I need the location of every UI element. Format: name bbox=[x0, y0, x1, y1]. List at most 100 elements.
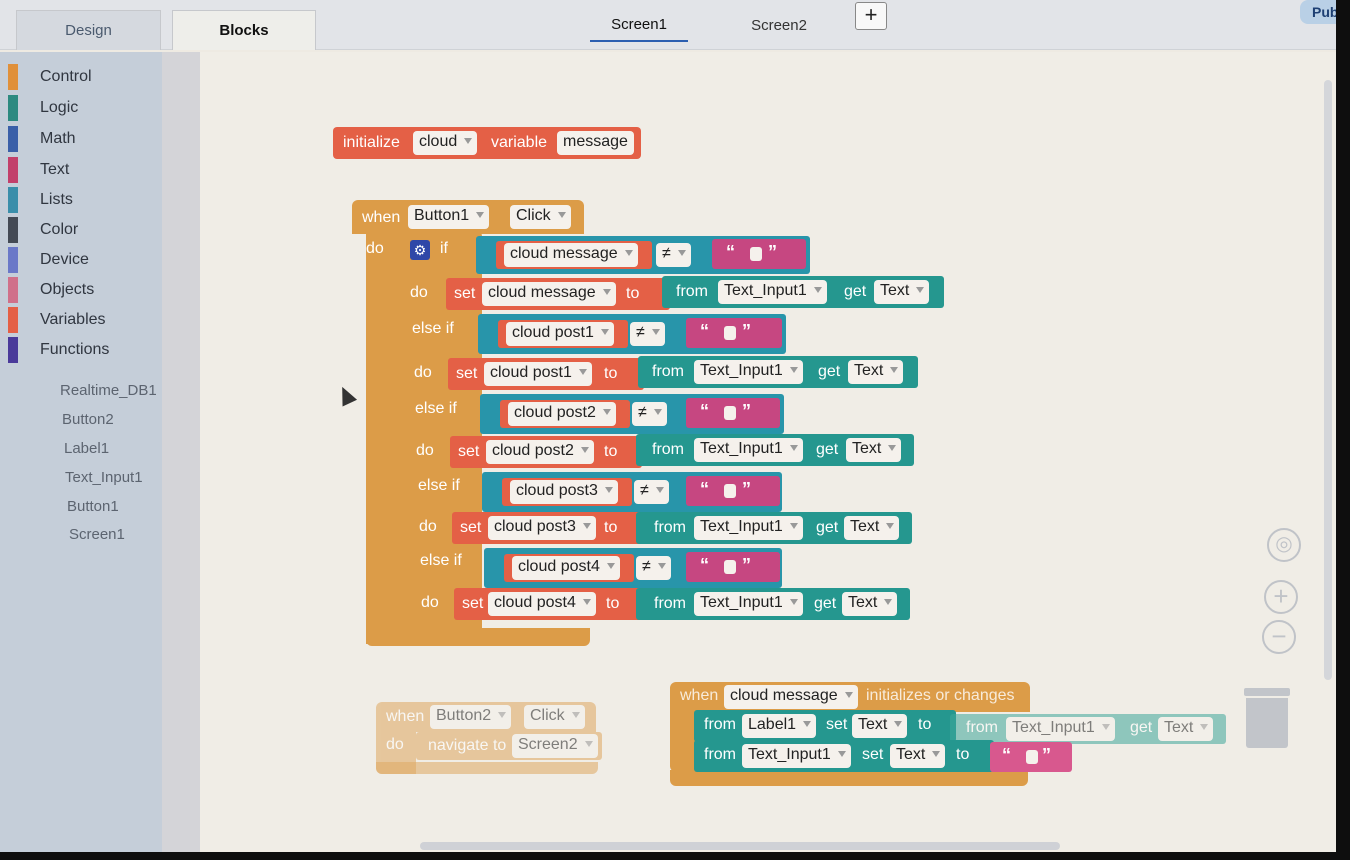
tab-design[interactable]: Design bbox=[16, 10, 161, 50]
scope-dropdown[interactable]: cloud bbox=[413, 131, 478, 155]
operator-dropdown-4[interactable]: ≠ bbox=[634, 480, 669, 504]
operator-dropdown-1[interactable]: ≠ bbox=[656, 243, 691, 267]
set-var-dropdown-2[interactable]: cloud post1 bbox=[484, 362, 592, 386]
set-var-block-3[interactable]: set cloud post2 to bbox=[450, 436, 642, 468]
screen-dropdown[interactable]: Screen2 bbox=[512, 734, 598, 758]
property-dropdown-get-2[interactable]: Text bbox=[848, 360, 904, 384]
component-screen1[interactable]: Screen1 bbox=[69, 526, 125, 543]
string-field[interactable] bbox=[724, 406, 736, 420]
component-dropdown-get-event3[interactable]: Text_Input1 bbox=[1006, 717, 1115, 741]
palette-device[interactable]: Device bbox=[8, 247, 158, 273]
component-dropdown-get-2[interactable]: Text_Input1 bbox=[694, 360, 803, 384]
compare-block-5[interactable]: cloud post4 ≠ “ ” bbox=[484, 548, 782, 588]
var-dropdown-2[interactable]: cloud post1 bbox=[506, 322, 614, 346]
component-dropdown[interactable]: Button1 bbox=[408, 205, 490, 229]
set-var-block-4[interactable]: set cloud post3 to bbox=[452, 512, 642, 544]
get-var-block-4[interactable]: cloud post3 bbox=[502, 478, 632, 506]
string-field[interactable] bbox=[1026, 750, 1038, 764]
empty-string-block-5[interactable]: “ ” bbox=[686, 552, 780, 582]
component-realtime-db1[interactable]: Realtime_DB1 bbox=[60, 382, 157, 399]
vertical-scrollbar[interactable] bbox=[1324, 80, 1332, 680]
palette-objects[interactable]: Objects bbox=[8, 277, 158, 303]
var-dropdown-5[interactable]: cloud post4 bbox=[512, 556, 620, 580]
zoom-in-icon[interactable]: + bbox=[1264, 580, 1298, 614]
property-dropdown-set-1[interactable]: Text bbox=[852, 714, 908, 738]
operator-dropdown-2[interactable]: ≠ bbox=[630, 322, 665, 346]
property-dropdown-get-3[interactable]: Text bbox=[846, 438, 902, 462]
get-text-block-2[interactable]: from Text_Input1 get Text bbox=[638, 356, 918, 388]
palette-variables[interactable]: Variables bbox=[8, 307, 158, 333]
component-button1[interactable]: Button1 bbox=[67, 498, 119, 515]
empty-string-block-2[interactable]: “ ” bbox=[686, 318, 782, 348]
set-var-dropdown-3[interactable]: cloud post2 bbox=[486, 440, 594, 464]
variable-name-field[interactable]: message bbox=[557, 131, 634, 155]
set-var-dropdown-1[interactable]: cloud message bbox=[482, 282, 616, 306]
component-dropdown-set-2[interactable]: Text_Input1 bbox=[742, 744, 851, 768]
var-dropdown-event3[interactable]: cloud message bbox=[724, 685, 858, 709]
palette-logic[interactable]: Logic bbox=[8, 95, 158, 121]
tab-blocks[interactable]: Blocks bbox=[172, 10, 316, 50]
tab-screen2[interactable]: Screen2 bbox=[735, 8, 823, 42]
event-dropdown-2[interactable]: Click bbox=[524, 705, 585, 729]
operator-dropdown-3[interactable]: ≠ bbox=[632, 402, 667, 426]
event-button1-click-header[interactable]: when Button1 Click bbox=[352, 200, 584, 234]
component-dropdown-get-3[interactable]: Text_Input1 bbox=[694, 438, 803, 462]
var-dropdown-4[interactable]: cloud post3 bbox=[510, 480, 618, 504]
get-text-block-5[interactable]: from Text_Input1 get Text bbox=[636, 588, 910, 620]
set-var-block-5[interactable]: set cloud post4 to bbox=[454, 588, 642, 620]
string-field[interactable] bbox=[750, 247, 762, 261]
property-dropdown-get-4[interactable]: Text bbox=[844, 516, 900, 540]
var-dropdown-3[interactable]: cloud post2 bbox=[508, 402, 616, 426]
get-text-block-1[interactable]: from Text_Input1 get Text bbox=[662, 276, 944, 308]
get-text-block-4[interactable]: from Text_Input1 get Text bbox=[636, 512, 912, 544]
component-dropdown-get-5[interactable]: Text_Input1 bbox=[694, 592, 803, 616]
property-dropdown-get-1[interactable]: Text bbox=[874, 280, 930, 304]
compare-block-2[interactable]: cloud post1 ≠ “ ” bbox=[478, 314, 786, 354]
empty-string-block-3[interactable]: “ ” bbox=[686, 398, 780, 428]
center-icon[interactable]: ◎ bbox=[1267, 528, 1301, 562]
component-dropdown-get-1[interactable]: Text_Input1 bbox=[718, 280, 827, 304]
component-dropdown-2[interactable]: Button2 bbox=[430, 705, 512, 729]
add-screen-button[interactable]: + bbox=[855, 2, 887, 30]
palette-functions[interactable]: Functions bbox=[8, 337, 158, 363]
tab-screen1[interactable]: Screen1 bbox=[590, 8, 688, 42]
component-text-input1[interactable]: Text_Input1 bbox=[65, 469, 143, 486]
string-field[interactable] bbox=[724, 326, 736, 340]
component-button2[interactable]: Button2 bbox=[62, 411, 114, 428]
set-var-block-1[interactable]: set cloud message to bbox=[446, 278, 670, 310]
palette-control[interactable]: Control bbox=[8, 64, 158, 90]
component-dropdown-set-1[interactable]: Label1 bbox=[742, 714, 817, 738]
set-property-block-1[interactable]: from Label1 set Text to bbox=[694, 710, 956, 742]
empty-string-block-1[interactable]: “ ” bbox=[712, 239, 806, 269]
publish-button[interactable]: Publi bbox=[1300, 0, 1336, 24]
set-var-dropdown-5[interactable]: cloud post4 bbox=[488, 592, 596, 616]
get-var-block-2[interactable]: cloud post1 bbox=[498, 320, 628, 348]
event-var-changes-header[interactable]: when cloud message initializes or change… bbox=[670, 682, 1030, 712]
get-var-block-1[interactable]: cloud message bbox=[496, 241, 652, 269]
empty-string-block-event3[interactable]: “ ” bbox=[990, 742, 1072, 772]
component-dropdown-get-4[interactable]: Text_Input1 bbox=[694, 516, 803, 540]
string-field[interactable] bbox=[724, 484, 736, 498]
get-var-block-3[interactable]: cloud post2 bbox=[500, 400, 630, 428]
set-var-dropdown-4[interactable]: cloud post3 bbox=[488, 516, 596, 540]
get-text-block-3[interactable]: from Text_Input1 get Text bbox=[636, 434, 914, 466]
set-var-block-2[interactable]: set cloud post1 to bbox=[448, 358, 644, 390]
palette-math[interactable]: Math bbox=[8, 126, 158, 152]
gear-icon[interactable]: ⚙ bbox=[410, 240, 430, 260]
var-dropdown-1[interactable]: cloud message bbox=[504, 243, 638, 267]
property-dropdown-get-5[interactable]: Text bbox=[842, 592, 898, 616]
compare-block-3[interactable]: cloud post2 ≠ “ ” bbox=[480, 394, 784, 434]
palette-color[interactable]: Color bbox=[8, 217, 158, 243]
compare-block-1[interactable]: cloud message ≠ “ ” bbox=[476, 236, 810, 274]
palette-text[interactable]: Text bbox=[8, 157, 158, 183]
operator-dropdown-5[interactable]: ≠ bbox=[636, 556, 671, 580]
property-dropdown-get-event3[interactable]: Text bbox=[1158, 717, 1214, 741]
get-var-block-5[interactable]: cloud post4 bbox=[504, 554, 634, 582]
navigate-block[interactable]: navigate to Screen2 bbox=[416, 732, 602, 760]
palette-lists[interactable]: Lists bbox=[8, 187, 158, 213]
set-property-block-2[interactable]: from Text_Input1 set Text to bbox=[694, 740, 994, 772]
empty-string-block-4[interactable]: “ ” bbox=[686, 476, 780, 506]
event-button2-click-header[interactable]: when Button2 Click bbox=[376, 702, 596, 732]
component-label1[interactable]: Label1 bbox=[64, 440, 109, 457]
zoom-out-icon[interactable]: − bbox=[1262, 620, 1296, 654]
